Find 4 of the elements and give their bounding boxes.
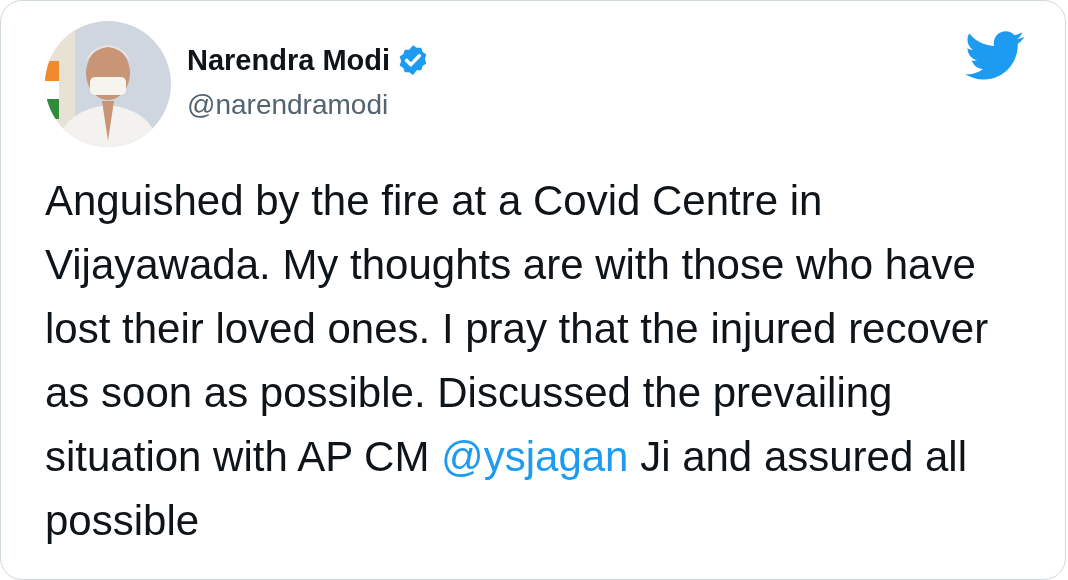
author-handle[interactable]: @narendramodi — [187, 89, 431, 121]
tweet-text: Anguished by the fire at a Covid Centre in Vijayawada. My thoughts are with those who have lost their loved ones. I pray that the injured recover as soon as possible. Discussed the prevailing situation with AP CM @ysjagan Ji and assured all possible — [45, 176, 990, 546]
bird-icon[interactable] — [965, 31, 1025, 81]
author-name[interactable]: Narendra Modi — [187, 43, 391, 77]
